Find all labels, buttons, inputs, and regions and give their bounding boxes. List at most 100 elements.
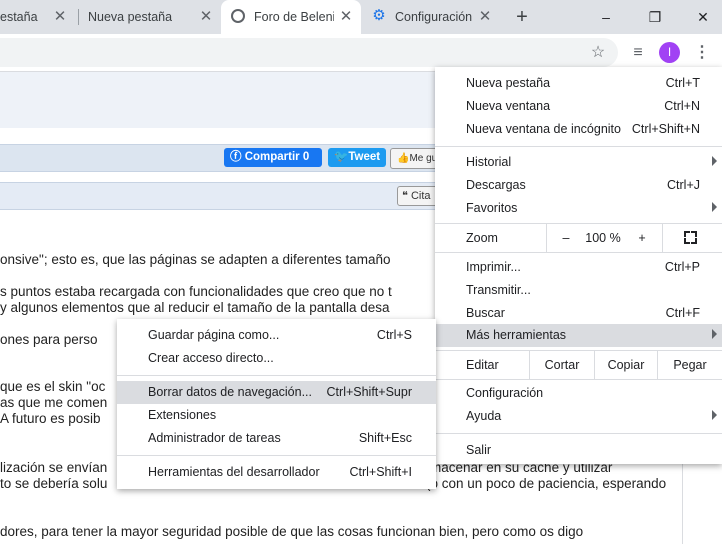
tweet-button[interactable]: 🐦Tweet xyxy=(328,148,386,167)
menu-shortcut: Ctrl+Shift+N xyxy=(631,122,700,136)
close-tab-icon[interactable]: ✕ xyxy=(52,9,68,25)
post-text-line: A futuro es posib xyxy=(0,411,101,426)
menu-label: Más herramientas xyxy=(466,328,567,342)
bookmark-star-icon[interactable]: ☆ xyxy=(588,43,608,63)
paste-button[interactable]: Pegar xyxy=(658,351,722,379)
menu-item-new-tab[interactable]: Nueva pestaña Ctrl+T xyxy=(435,72,722,95)
menu-divider xyxy=(117,455,436,456)
menu-label: Nueva ventana xyxy=(466,99,551,113)
close-window-button[interactable]: ✕ xyxy=(693,7,713,27)
menu-shortcut: Ctrl+N xyxy=(664,99,700,113)
thumbs-up-icon: 👍 xyxy=(397,153,410,164)
menu-item-more-tools[interactable]: Más herramientas xyxy=(435,324,722,347)
twitter-icon: 🐦 xyxy=(334,151,349,163)
tab-label: Foro de Beleni xyxy=(254,10,334,24)
menu-shortcut: Ctrl+S xyxy=(376,328,412,342)
menu-label: Historial xyxy=(466,155,512,169)
new-tab-button[interactable]: + xyxy=(512,7,532,27)
tab-partial[interactable]: estaña ✕ xyxy=(0,0,78,34)
reading-list-icon[interactable]: ≡ xyxy=(628,43,648,63)
more-tools-submenu: Guardar página como... Ctrl+S Crear acce… xyxy=(117,319,436,489)
zoom-level: 100 % xyxy=(585,231,621,245)
submenu-arrow-icon xyxy=(712,410,717,420)
gear-icon: ⚙ xyxy=(372,7,386,24)
menu-shortcut: Ctrl+Shift+Supr xyxy=(326,385,412,399)
address-bar[interactable] xyxy=(0,38,618,67)
menu-item-help[interactable]: Ayuda xyxy=(435,405,722,428)
menu-label: Herramientas del desarrollador xyxy=(148,465,320,479)
tab-label: Configuración xyxy=(395,10,473,24)
menu-label: Ayuda xyxy=(466,409,502,423)
cut-button[interactable]: Cortar xyxy=(530,351,594,379)
menu-divider xyxy=(435,252,722,253)
menu-shortcut: Ctrl+T xyxy=(665,76,700,90)
tab-label: estaña xyxy=(0,10,38,24)
chrome-main-menu: Nueva pestaña Ctrl+T Nueva ventana Ctrl+… xyxy=(435,67,722,464)
post-text-line: ones para perso xyxy=(0,332,98,347)
menu-label: Extensiones xyxy=(148,408,217,422)
zoom-divider xyxy=(546,224,547,252)
menu-label: Nueva pestaña xyxy=(466,76,551,90)
tab-forum[interactable]: Foro de Beleni ✕ xyxy=(221,0,361,34)
menu-divider xyxy=(117,375,436,376)
menu-item-new-window[interactable]: Nueva ventana Ctrl+N xyxy=(435,95,722,118)
submenu-item-task-manager[interactable]: Administrador de tareas Shift+Esc xyxy=(117,427,436,450)
menu-item-incognito[interactable]: Nueva ventana de incógnito Ctrl+Shift+N xyxy=(435,118,722,141)
fullscreen-icon[interactable] xyxy=(684,231,697,244)
avatar[interactable]: I xyxy=(659,42,680,63)
menu-shortcut: Ctrl+Shift+I xyxy=(349,465,412,479)
minimize-button[interactable]: – xyxy=(596,7,616,27)
menu-label: Crear acceso directo... xyxy=(148,351,274,365)
tab-strip: estaña ✕ Nueva pestaña ✕ Foro de Beleni … xyxy=(0,0,722,34)
menu-divider xyxy=(435,146,722,147)
tab-new-tab[interactable]: Nueva pestaña ✕ xyxy=(79,0,219,34)
submenu-item-dev-tools[interactable]: Herramientas del desarrollador Ctrl+Shif… xyxy=(117,461,436,484)
submenu-item-save-page[interactable]: Guardar página como... Ctrl+S xyxy=(117,324,436,347)
tab-label: Nueva pestaña xyxy=(88,10,173,24)
menu-shortcut: Ctrl+J xyxy=(667,178,700,192)
menu-label: Transmitir... xyxy=(466,283,531,297)
forum-favicon-icon xyxy=(231,9,245,23)
menu-item-cast[interactable]: Transmitir... xyxy=(435,279,722,302)
menu-label: Borrar datos de navegación... xyxy=(148,385,312,399)
submenu-item-create-shortcut[interactable]: Crear acceso directo... xyxy=(117,347,436,370)
submenu-arrow-icon xyxy=(712,156,717,166)
menu-item-bookmarks[interactable]: Favoritos xyxy=(435,197,722,220)
menu-item-print[interactable]: Imprimir... Ctrl+P xyxy=(435,256,722,279)
restore-button[interactable]: ❐ xyxy=(645,7,665,27)
zoom-label: Zoom xyxy=(466,231,498,245)
menu-label: Guardar página como... xyxy=(148,328,280,342)
close-tab-icon[interactable]: ✕ xyxy=(198,9,214,25)
close-tab-icon[interactable]: ✕ xyxy=(477,9,493,25)
zoom-in-button[interactable]: + xyxy=(629,224,655,252)
menu-item-exit[interactable]: Salir xyxy=(435,439,722,462)
tab-settings[interactable]: ⚙ Configuración ✕ xyxy=(363,0,503,34)
menu-item-find[interactable]: Buscar Ctrl+F xyxy=(435,302,722,325)
post-text-line: (o con un poco de paciencia, esperando xyxy=(426,476,667,491)
submenu-item-clear-data[interactable]: Borrar datos de navegación... Ctrl+Shift… xyxy=(117,381,436,404)
zoom-out-button[interactable]: – xyxy=(553,224,579,252)
menu-shortcut: Ctrl+F xyxy=(665,306,700,320)
submenu-arrow-icon xyxy=(712,329,717,339)
post-text-line: s puntos estaba recargada con funcionali… xyxy=(0,284,392,299)
menu-item-settings[interactable]: Configuración xyxy=(435,382,722,405)
menu-item-downloads[interactable]: Descargas Ctrl+J xyxy=(435,174,722,197)
submenu-item-extensions[interactable]: Extensiones xyxy=(117,404,436,427)
menu-shortcut: Ctrl+P xyxy=(664,260,700,274)
zoom-divider xyxy=(662,224,663,252)
kebab-menu-icon[interactable]: ⋮ xyxy=(692,43,712,63)
post-text-line: y algunos elementos que al reducir el ta… xyxy=(0,300,390,315)
menu-label: Imprimir... xyxy=(466,260,521,274)
copy-button[interactable]: Copiar xyxy=(595,351,657,379)
quote-label: Cita xyxy=(410,190,431,202)
post-text-line: que es el skin "oc xyxy=(0,379,106,394)
menu-label: Administrador de tareas xyxy=(148,431,281,445)
facebook-share-button[interactable]: ⓕ Compartir 0 xyxy=(224,148,322,167)
close-tab-icon[interactable]: ✕ xyxy=(338,9,354,25)
menu-label: Buscar xyxy=(466,306,505,320)
menu-label: Configuración xyxy=(466,386,544,400)
post-text-line: to se debería solu xyxy=(0,476,108,491)
menu-item-history[interactable]: Historial xyxy=(435,151,722,174)
menu-divider xyxy=(435,433,722,434)
quote-icon: ❝ xyxy=(402,190,411,202)
